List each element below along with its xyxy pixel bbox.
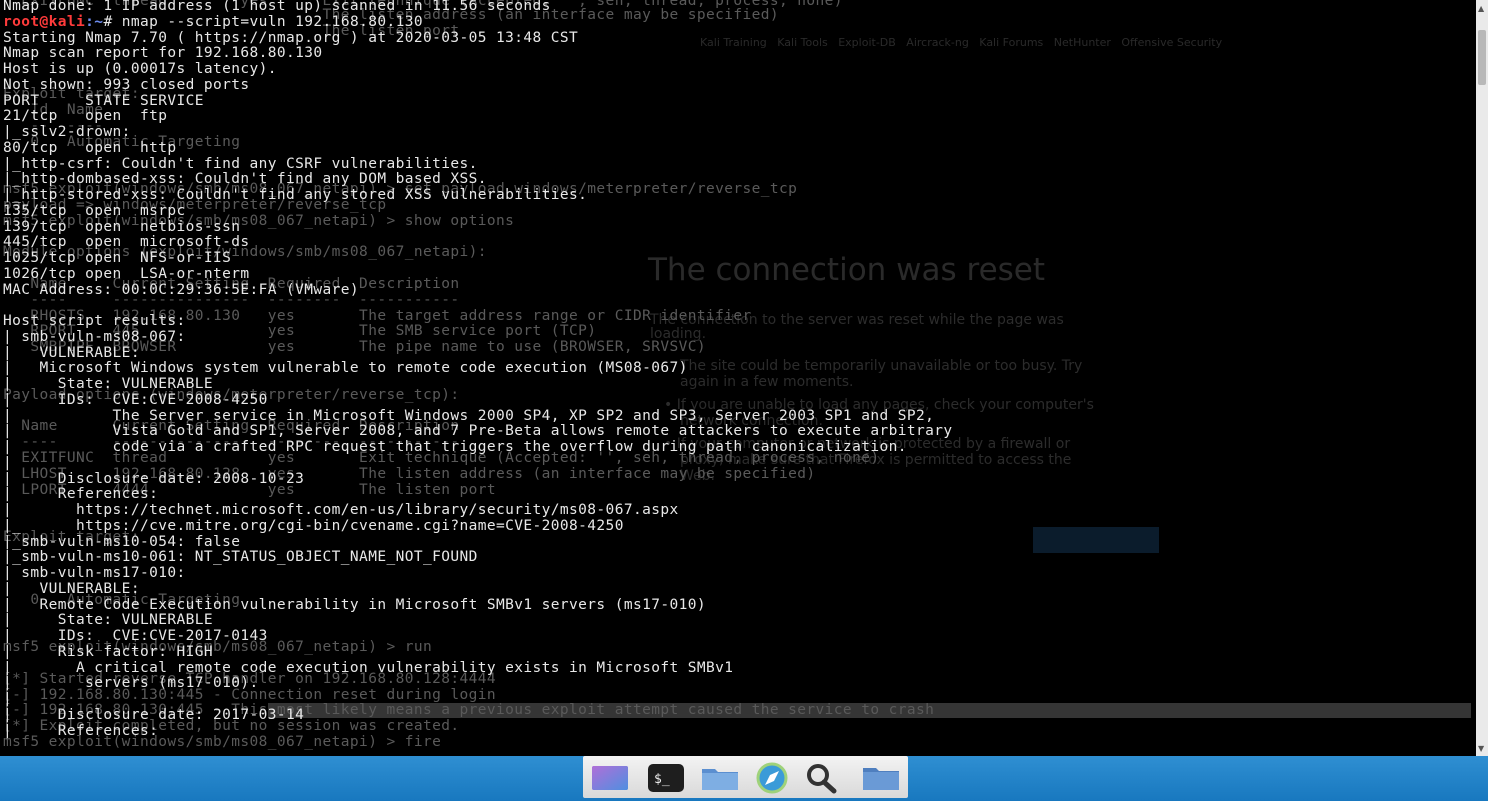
terminal-line: PORT STATE SERVICE — [3, 92, 204, 109]
terminal-line: | State: VULNERABLE — [3, 612, 213, 629]
terminal-line: | code via a crafted RPC request that tr… — [3, 439, 907, 455]
terminal-line: 21/tcp open ftp — [3, 108, 168, 125]
terminal-line: |_http-dombased-xss: Couldn't find any D… — [3, 171, 487, 188]
terminal-line: | Microsoft Windows system vulnerable to… — [3, 360, 688, 377]
terminal-line: 80/tcp open http — [3, 139, 177, 156]
terminal-line: | Disclosure date: 2017-03-14 — [3, 706, 305, 723]
terminal-line: | References: — [3, 722, 159, 739]
terminal-line: 1025/tcp open NFS-or-IIS — [3, 250, 232, 266]
terminal-line: 135/tcp open msrpc — [3, 202, 186, 219]
terminal-line: | IDs: CVE:CVE-2017-0143 — [3, 628, 268, 644]
terminal-line: |_smb-vuln-ms10-061: NT_STATUS_OBJECT_NA… — [3, 549, 478, 566]
terminal-line: Host is up (0.00017s latency). — [3, 61, 277, 77]
terminal-line: | — [3, 691, 113, 707]
terminal-line: | Risk factor: HIGH — [3, 643, 213, 660]
svg-text:$_: $_ — [654, 772, 670, 787]
terminal-line: |_http-csrf: Couldn't find any CSRF vuln… — [3, 155, 478, 172]
prompt-command: nmap --script=vuln 192.168.80.130 — [121, 14, 423, 30]
prompt-user: root@kali — [3, 14, 86, 30]
terminal-line: |_smb-vuln-ms10-054: false — [3, 533, 241, 550]
terminal-line: |_ https://cve.mitre.org/cgi-bin/cvename… — [3, 517, 624, 534]
files-icon[interactable] — [699, 760, 741, 794]
terminal-line: Not shown: 993 closed ports — [3, 76, 250, 93]
terminal-line: | VULNERABLE: — [3, 580, 140, 597]
terminal-line: | — [3, 454, 113, 471]
terminal-line: | servers (ms17-010). — [3, 675, 259, 692]
terminal-line: Nmap done: 1 IP address (1 host up) scan… — [3, 0, 551, 14]
terminal-line: MAC Address: 00:0C:29:36:5E:FA (VMware) — [3, 281, 360, 298]
terminal-line: Host script results: — [3, 313, 186, 329]
terminal-line: Starting Nmap 7.70 ( https://nmap.org ) … — [3, 29, 579, 46]
terminal-line: | State: VULNERABLE — [3, 376, 213, 392]
terminal-line: | Remote Code Execution vulnerability in… — [3, 596, 706, 613]
terminal-line: | References: — [3, 486, 159, 503]
terminal-line: | IDs: CVE:CVE-2008-4250 — [3, 391, 268, 408]
terminal-line: |_http-stored-xss: Couldn't find any sto… — [3, 187, 588, 203]
terminal-line: 1026/tcp open LSA-or-nterm — [3, 265, 250, 282]
terminal-line: | smb-vuln-ms17-010: — [3, 565, 195, 581]
terminal-output[interactable]: Nmap done: 1 IP address (1 host up) scan… — [0, 0, 1476, 756]
scrollbar-thumb[interactable] — [1478, 30, 1486, 85]
workspace-icon[interactable] — [589, 760, 631, 794]
terminal-line: | VULNERABLE: — [3, 344, 140, 361]
prompt-line: root@kali:~# nmap --script=vuln 192.168.… — [3, 14, 423, 31]
terminal-line: | smb-vuln-ms08-067: — [3, 328, 195, 345]
scroll-down-icon[interactable]: ▼ — [1478, 744, 1484, 753]
browser-icon[interactable] — [751, 760, 793, 794]
terminal-line: | The Server service in Microsoft Window… — [3, 407, 935, 424]
terminal-line: | A critical remote code execution vulne… — [3, 659, 734, 676]
dock: $_ — [583, 756, 908, 798]
prompt-symbol: # — [103, 14, 122, 30]
scroll-up-icon[interactable]: ▲ — [1478, 4, 1484, 13]
terminal-line: Nmap scan report for 192.168.80.130 — [3, 45, 323, 62]
search-icon[interactable] — [801, 760, 843, 794]
prompt-path: :~ — [85, 14, 104, 30]
terminal-line: | Disclosure date: 2008-10-23 — [3, 470, 305, 487]
terminal-scrollbar[interactable]: ▲ ▼ — [1476, 0, 1488, 756]
folder-icon[interactable] — [860, 760, 902, 794]
terminal-line: | Vista Gold and SP1, Server 2008, and 7… — [3, 423, 953, 440]
terminal-line: |_sslv2-drown: — [3, 124, 140, 140]
terminal-line: 445/tcp open microsoft-ds — [3, 234, 250, 251]
terminal-icon[interactable]: $_ — [645, 760, 687, 794]
terminal-line: | https://technet.microsoft.com/en-us/li… — [3, 502, 679, 518]
terminal-line: 139/tcp open netbios-ssn — [3, 218, 241, 235]
